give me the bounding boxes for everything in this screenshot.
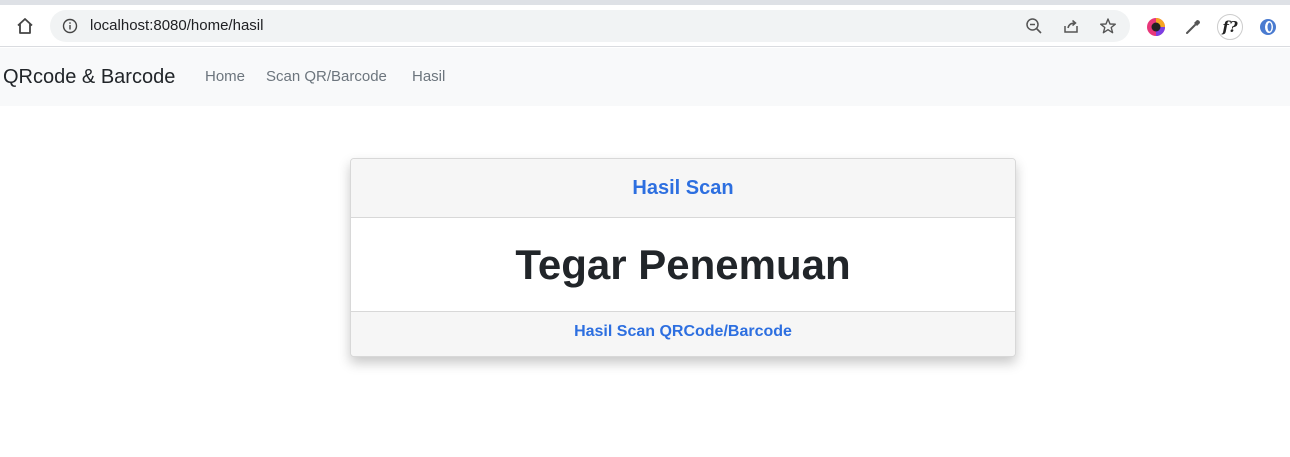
zoom-out-icon[interactable] [1024, 16, 1044, 36]
home-icon[interactable] [13, 14, 37, 38]
info-icon[interactable] [62, 18, 78, 34]
eyedropper-icon[interactable] [1182, 16, 1204, 38]
color-circle-icon[interactable] [1145, 16, 1167, 38]
navbar-brand[interactable]: QRcode & Barcode [3, 65, 175, 89]
card-body: Tegar Penemuan [351, 218, 1015, 311]
share-icon[interactable] [1061, 16, 1081, 36]
url-text[interactable]: localhost:8080/home/hasil [90, 17, 263, 35]
card-header-title: Hasil Scan [632, 176, 734, 199]
nav-link-home[interactable]: Home [205, 68, 245, 86]
nav-link-scan[interactable]: Scan QR/Barcode [266, 68, 387, 86]
navbar: QRcode & Barcode Home Scan QR/Barcode Ha… [0, 48, 1290, 106]
nav-link-hasil[interactable]: Hasil [412, 68, 445, 86]
card-footer: Hasil Scan QRCode/Barcode [351, 311, 1015, 356]
address-bar[interactable]: localhost:8080/home/hasil [50, 10, 1130, 42]
card-header: Hasil Scan [351, 159, 1015, 218]
card-footer-link[interactable]: Hasil Scan QRCode/Barcode [574, 323, 792, 341]
circle-extension-icon[interactable] [1257, 16, 1279, 38]
star-icon[interactable] [1098, 16, 1118, 36]
browser-toolbar: localhost:8080/home/hasil f? [0, 5, 1290, 47]
font-finder-label: f? [1222, 18, 1238, 36]
scan-result-text: Tegar Penemuan [515, 240, 851, 288]
font-finder-icon[interactable]: f? [1217, 14, 1243, 40]
result-card: Hasil Scan Tegar Penemuan Hasil Scan QRC… [350, 158, 1016, 357]
